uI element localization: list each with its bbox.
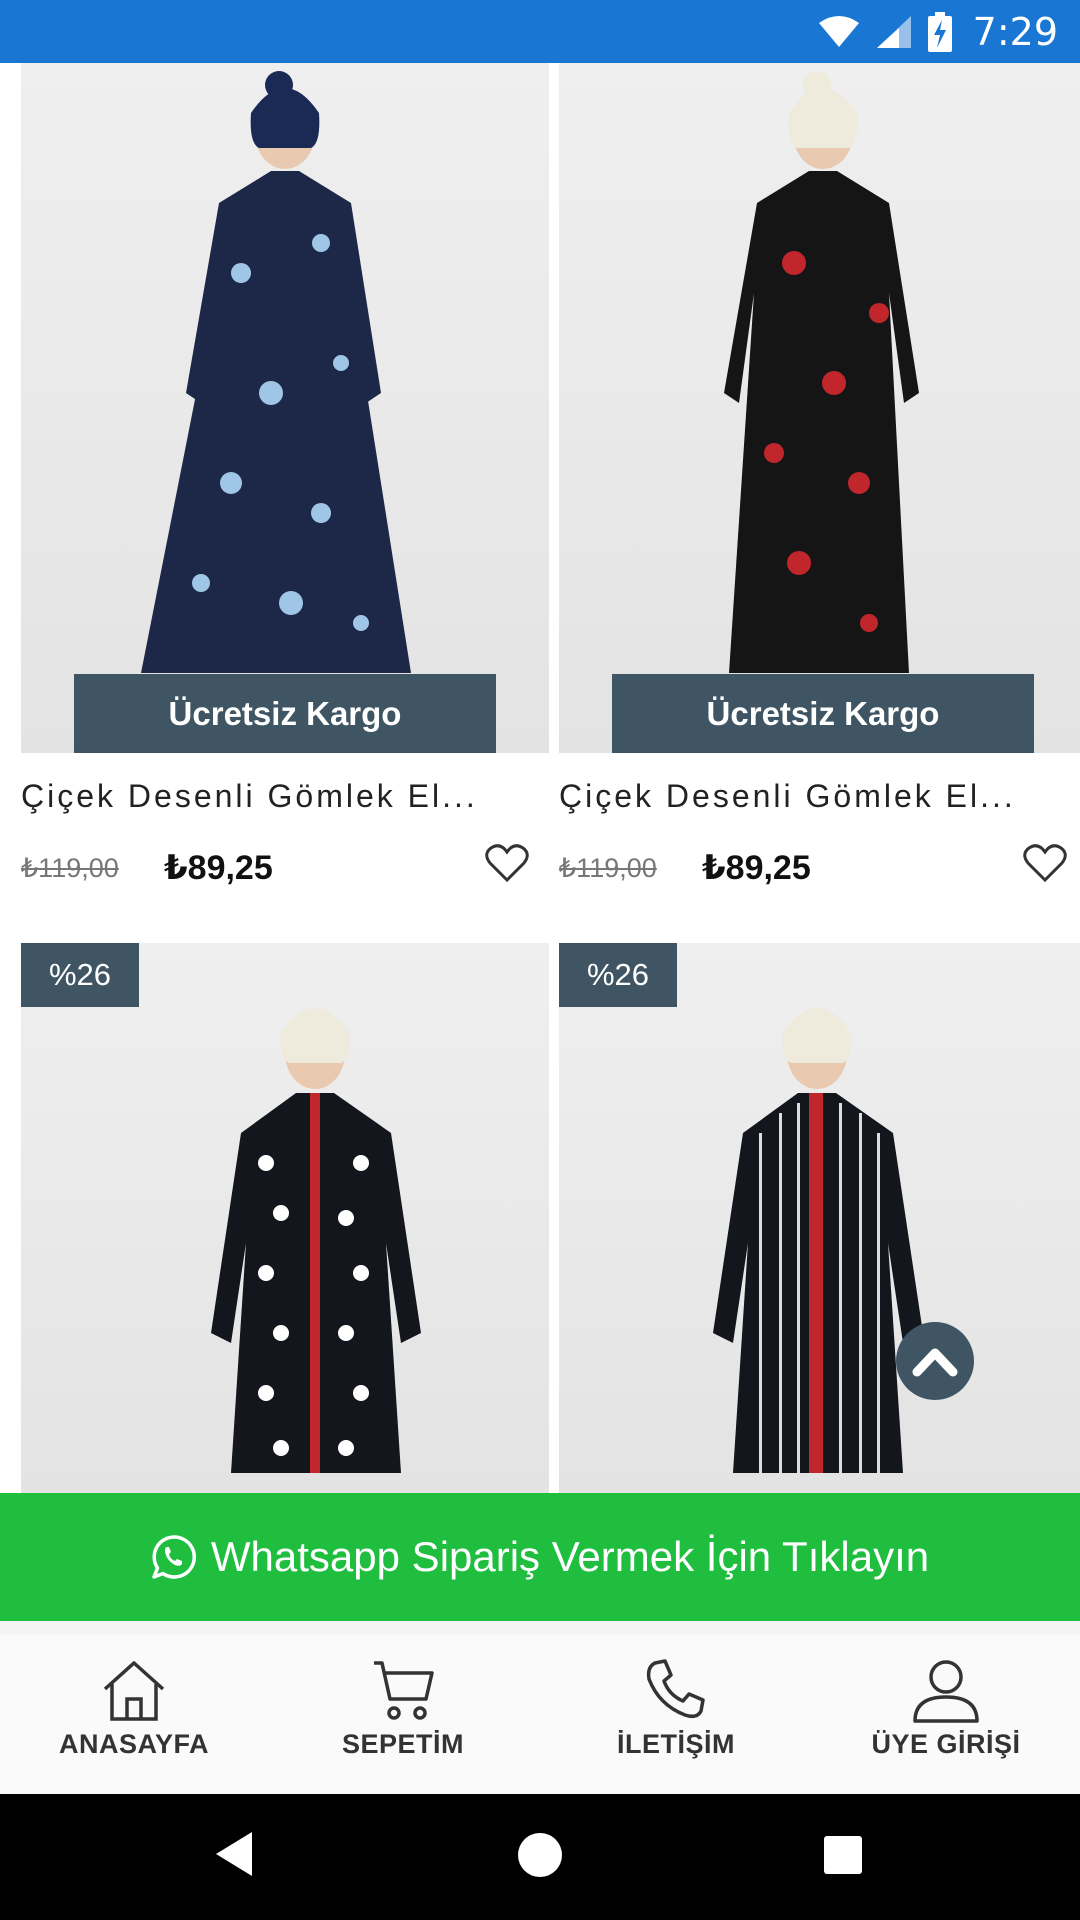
signal-icon: [876, 15, 911, 48]
old-price: ₺119,00: [559, 853, 657, 883]
status-icons: 7:29: [817, 0, 1058, 63]
status-bar: 7:29: [0, 0, 1080, 63]
sale-price: ₺89,25: [164, 849, 273, 887]
product-title[interactable]: Çiçek Desenli Gömlek El...: [559, 778, 1079, 815]
discount-badge: %26: [21, 943, 139, 1007]
user-icon: [913, 1660, 979, 1723]
product-image[interactable]: [21, 943, 549, 1493]
favorite-heart-icon[interactable]: [1023, 843, 1067, 883]
nav-contact-label: İLETİŞİM: [617, 1729, 735, 1759]
system-navigation-bar: [0, 1794, 1080, 1920]
nav-home-label: ANASAYFA: [58, 1729, 210, 1759]
free-shipping-badge: Ücretsiz Kargo: [612, 674, 1034, 753]
favorite-heart-icon[interactable]: [485, 843, 529, 883]
home-circle-icon[interactable]: [516, 1831, 564, 1879]
nav-home[interactable]: ANASAYFA: [24, 1635, 244, 1794]
dress-illustration: [724, 71, 919, 673]
product-card[interactable]: %26: [559, 943, 1080, 1493]
product-grid: Ücretsiz Kargo Çiçek Desenli Gömlek El..…: [0, 63, 1080, 1493]
nav-cart-label: SEPETİM: [341, 1729, 465, 1759]
tunic-illustration: [211, 1008, 421, 1473]
dress-illustration: [141, 71, 411, 673]
chevron-up-icon: [912, 1348, 958, 1377]
phone-icon: [646, 1659, 705, 1719]
product-card[interactable]: Ücretsiz Kargo Çiçek Desenli Gömlek El..…: [559, 63, 1080, 943]
nav-login[interactable]: ÜYE GİRİŞİ: [836, 1635, 1056, 1794]
nav-login-label: ÜYE GİRİŞİ: [871, 1729, 1021, 1759]
tunic-illustration: [713, 1008, 923, 1473]
whatsapp-order-label: Whatsapp Sipariş Vermek İçin Tıklayın: [210, 1533, 930, 1580]
nav-contact[interactable]: İLETİŞİM: [566, 1635, 786, 1794]
sale-price: ₺89,25: [702, 849, 811, 887]
status-time: 7:29: [972, 9, 1058, 54]
bottom-navigation: ANASAYFA SEPETİM İLETİŞİM ÜYE GİRİŞİ: [0, 1621, 1080, 1794]
battery-charging-icon: [927, 11, 952, 52]
product-image[interactable]: Ücretsiz Kargo: [559, 63, 1080, 753]
home-icon: [103, 1661, 165, 1721]
recents-icon[interactable]: [822, 1834, 864, 1876]
product-image[interactable]: Ücretsiz Kargo: [21, 63, 549, 753]
wifi-icon: [818, 15, 859, 47]
product-card[interactable]: %26: [21, 943, 549, 1493]
cart-icon: [374, 1661, 434, 1720]
free-shipping-badge: Ücretsiz Kargo: [74, 674, 496, 753]
scroll-to-top-button[interactable]: [896, 1322, 974, 1400]
product-card[interactable]: Ücretsiz Kargo Çiçek Desenli Gömlek El..…: [21, 63, 549, 943]
product-title[interactable]: Çiçek Desenli Gömlek El...: [21, 778, 541, 815]
whatsapp-order-button[interactable]: Whatsapp Sipariş Vermek İçin Tıklayın: [0, 1493, 1080, 1621]
whatsapp-icon: [152, 1535, 196, 1579]
old-price: ₺119,00: [21, 853, 119, 883]
back-icon[interactable]: [212, 1829, 256, 1879]
discount-badge: %26: [559, 943, 677, 1007]
product-image[interactable]: [559, 943, 1080, 1493]
nav-cart[interactable]: SEPETİM: [293, 1635, 513, 1794]
